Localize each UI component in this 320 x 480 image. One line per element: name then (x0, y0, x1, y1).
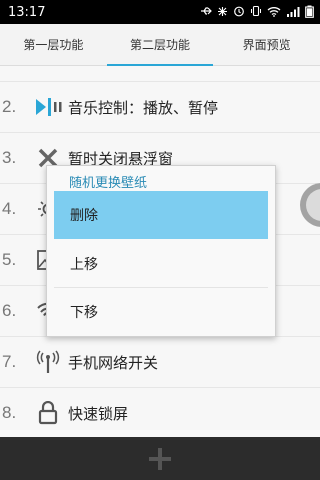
bottom-action-bar (0, 437, 320, 480)
vibrate-icon (250, 5, 262, 19)
list-item-partial[interactable] (0, 66, 320, 82)
list-item-mobile-network[interactable]: 7. 手机网络开关 (0, 337, 320, 388)
row-label: 快速锁屏 (68, 404, 129, 423)
status-bar: 13:17 (0, 0, 320, 24)
tab-interface-preview[interactable]: 界面预览 (213, 24, 320, 65)
status-icons (200, 5, 314, 20)
row-number: 7. (2, 352, 17, 371)
tab-second-layer[interactable]: 第二层功能 (106, 24, 214, 66)
tab-first-layer[interactable]: 第一层功能 (0, 24, 107, 65)
wifi-icon (267, 6, 281, 19)
music-control-icon (30, 93, 66, 121)
menu-item-move-down[interactable]: 下移 (54, 288, 268, 336)
list-item-music-control[interactable]: 2. 音乐控制：播放、暂停 (0, 82, 320, 133)
plus-icon[interactable] (149, 447, 171, 470)
row-number: 4. (2, 199, 17, 218)
battery-icon (305, 5, 314, 20)
row-label: 音乐控制：播放、暂停 (68, 98, 219, 117)
row-number: 5. (2, 250, 17, 269)
tab-bar: 第一层功能 第二层功能 界面预览 (0, 24, 320, 66)
debug-icon (217, 6, 228, 19)
status-time: 13:17 (8, 4, 46, 20)
row-number: 2. (2, 97, 17, 116)
alarm-icon (233, 5, 245, 19)
antenna-icon (30, 348, 66, 376)
list-item-quick-lock[interactable]: 8. 快速锁屏 (0, 388, 320, 439)
row-number: 8. (2, 403, 17, 422)
menu-item-delete[interactable]: 删除 (54, 191, 268, 239)
menu-item-move-up[interactable]: 上移 (54, 240, 268, 288)
usb-icon (200, 6, 212, 18)
row-label: 手机网络开关 (68, 353, 159, 372)
popup-title: 随机更换壁纸 (69, 176, 148, 191)
row-number: 6. (2, 301, 17, 320)
context-menu-popup: 随机更换壁纸 删除 上移 下移 (46, 165, 276, 337)
signal-icon (286, 6, 300, 19)
app-screen: 13:17 第一层功能 第二层功能 界面预览 2. 音乐控制：播放、暂停 3. … (0, 0, 320, 480)
row-number: 3. (2, 148, 17, 167)
lock-icon (30, 399, 66, 427)
